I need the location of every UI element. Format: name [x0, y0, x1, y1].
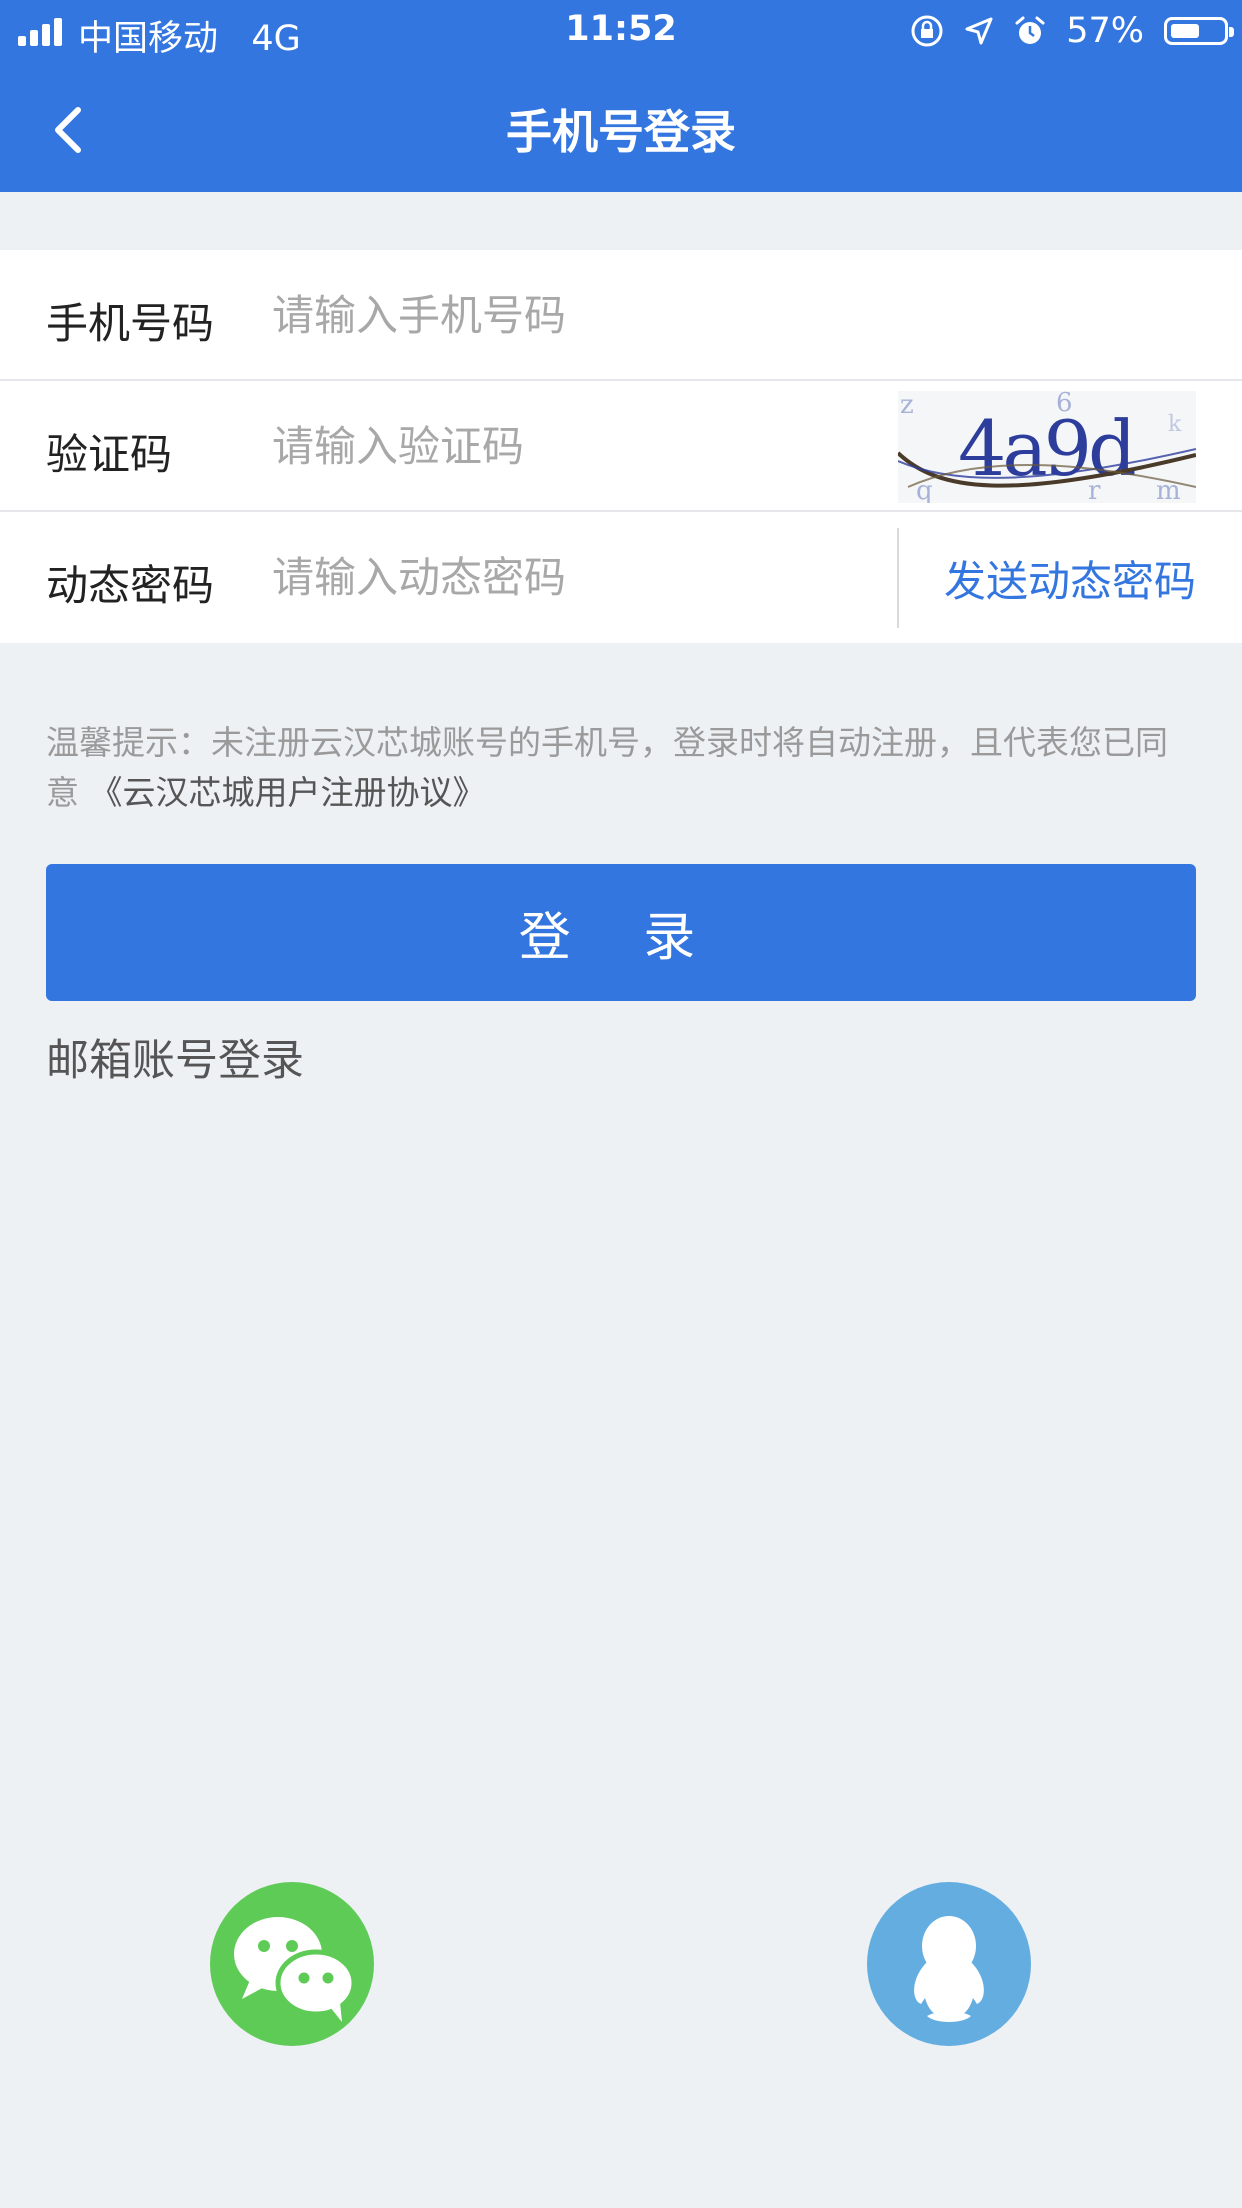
login-form: 手机号码 验证码 z 6 q r m k 4a9d 动态密码 发送动态密码	[0, 250, 1242, 643]
location-arrow-icon	[965, 17, 993, 45]
captcha-text: 4a9d	[958, 404, 1135, 493]
alarm-icon	[1015, 16, 1045, 44]
qq-login-button[interactable]	[867, 1882, 1031, 2046]
orientation-lock-icon	[911, 15, 943, 47]
phone-row: 手机号码	[0, 250, 1242, 381]
phone-label: 手机号码	[46, 299, 215, 348]
status-bar: 中国移动 4G 11:52 57%	[0, 0, 1242, 62]
captcha-row: 验证码 z 6 q r m k 4a9d	[0, 381, 1242, 512]
qq-icon	[914, 1916, 984, 2022]
battery-percent: 57%	[1066, 11, 1144, 51]
wechat-icon	[234, 1917, 357, 2022]
captcha-label: 验证码	[46, 430, 173, 479]
registration-tip: 温馨提示：未注册云汉芯城账号的手机号，登录时将自动注册，且代表您已同意 《云汉芯…	[46, 718, 1198, 818]
divider	[897, 528, 899, 628]
captcha-noise-char: k	[1168, 412, 1182, 437]
agreement-link[interactable]: 《云汉芯城用户注册协议》	[90, 773, 486, 812]
phone-input[interactable]	[272, 280, 832, 350]
send-dynamic-password-button[interactable]: 发送动态密码	[900, 548, 1196, 609]
dynamic-password-label: 动态密码	[46, 561, 215, 610]
dynamic-password-input[interactable]	[272, 542, 872, 612]
dynamic-password-row: 动态密码 发送动态密码	[0, 512, 1242, 643]
status-right: 57%	[910, 10, 1234, 52]
battery-level	[1171, 24, 1199, 38]
page-title: 手机号登录	[506, 105, 736, 159]
battery-icon	[1164, 17, 1234, 45]
wechat-login-button[interactable]	[210, 1882, 374, 2046]
email-login-link[interactable]: 邮箱账号登录	[46, 1026, 304, 1088]
captcha-noise-char: z	[900, 391, 914, 420]
login-button[interactable]: 登 录	[46, 864, 1196, 1001]
nav-bar: 手机号登录	[0, 62, 1242, 192]
captcha-image[interactable]: z 6 q r m k 4a9d	[898, 391, 1196, 503]
captcha-input[interactable]	[272, 411, 832, 481]
